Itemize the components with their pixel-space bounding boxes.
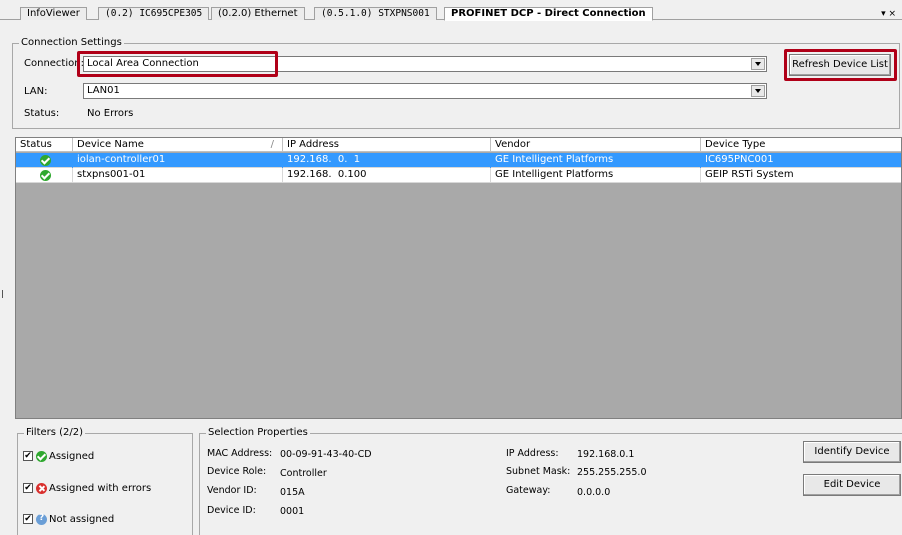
document-tab-strip: InfoViewer (0.2) IC695CPE305 (0.2.0) Eth…: [0, 0, 902, 21]
subnet-mask-label: Subnet Mask:: [506, 466, 571, 477]
mac-address-value: 00-09-91-43-40-CD: [280, 449, 372, 460]
vendor-id-label: Vendor ID:: [207, 485, 257, 496]
ip-address-value: 192.168.0.1: [577, 449, 635, 460]
green-check-icon: [36, 451, 47, 462]
gateway-value: 0.0.0.0: [577, 487, 611, 498]
chevron-down-icon[interactable]: [751, 58, 765, 70]
lan-label: LAN:: [24, 86, 48, 97]
ip-address-cell: 192.168. 0.100: [283, 168, 491, 183]
tab-label: InfoViewer: [27, 8, 80, 19]
filter-not-assigned-checkbox[interactable]: ✔: [23, 514, 33, 524]
device-name-cell: iolan-controller01: [73, 153, 283, 168]
tab-label: (0.5.1.0) STXPNS001: [321, 8, 430, 19]
tab-label: PROFINET DCP - Direct Connection: [451, 8, 646, 19]
chevron-down-icon[interactable]: [751, 85, 765, 97]
gateway-label: Gateway:: [506, 485, 551, 496]
column-header-device-type[interactable]: Device Type: [701, 138, 902, 152]
status-cell: [16, 168, 73, 183]
device-list-grid[interactable]: Status Device Name / IP Address Vendor D…: [15, 137, 902, 419]
vendor-id-value: 015A: [280, 487, 305, 498]
tab-cpe305[interactable]: (0.2) IC695CPE305: [98, 7, 210, 20]
lan-value: LAN01: [87, 85, 120, 96]
blue-question-icon: [36, 513, 47, 525]
splitter-marker: [2, 290, 3, 298]
refresh-highlight-box: [784, 49, 897, 81]
status-label: Status:: [24, 108, 60, 119]
ip-address-label: IP Address:: [506, 448, 559, 459]
status-cell: [16, 153, 73, 168]
tab-menu-icon[interactable]: ▾ ×: [881, 9, 896, 19]
device-type-cell: GEIP RSTi System: [705, 169, 794, 180]
mac-address-label: MAC Address:: [207, 448, 273, 459]
filters-title: Filters (2/2): [24, 427, 86, 439]
identify-device-button[interactable]: Identify Device: [803, 441, 901, 463]
device-id-label: Device ID:: [207, 505, 256, 516]
tab-stxpns001[interactable]: (0.5.1.0) STXPNS001: [314, 7, 437, 20]
vendor-cell: GE Intelligent Platforms: [491, 168, 701, 183]
connection-highlight-box: [77, 51, 278, 77]
tab-infoviewer[interactable]: InfoViewer: [20, 7, 87, 20]
status-ok-icon: [40, 170, 51, 181]
column-header-label: Device Name: [77, 139, 144, 150]
filter-not-assigned-label[interactable]: Not assigned: [49, 514, 114, 526]
subnet-mask-value: 255.255.255.0: [577, 467, 647, 478]
red-error-icon: [36, 483, 47, 494]
filter-assigned-errors-checkbox[interactable]: ✔: [23, 483, 33, 493]
table-row[interactable]: stxpns001-01 192.168. 0.100 GE Intellige…: [16, 168, 901, 183]
vendor-cell: GE Intelligent Platforms: [491, 153, 701, 168]
ip-address-cell: 192.168. 0. 1: [283, 153, 491, 168]
filter-assigned-checkbox[interactable]: ✔: [23, 451, 33, 461]
tab-label: (0.2) IC695CPE305: [105, 8, 203, 19]
connection-settings-title: Connection Settings: [19, 37, 124, 49]
status-ok-icon: [40, 155, 51, 166]
device-name-cell: stxpns001-01: [73, 168, 283, 183]
lan-dropdown[interactable]: LAN01: [83, 83, 767, 99]
status-value: No Errors: [87, 108, 134, 119]
tab-label: (0.2.0) Ethernet: [218, 8, 298, 19]
table-row[interactable]: iolan-controller01 192.168. 0. 1 GE Inte…: [16, 153, 901, 168]
edit-device-button[interactable]: Edit Device: [803, 474, 901, 496]
device-type-cell: IC695PNC001: [705, 154, 774, 165]
tab-profinet-dcp[interactable]: PROFINET DCP - Direct Connection: [444, 7, 653, 21]
column-header-ip-address[interactable]: IP Address: [283, 138, 491, 152]
selection-properties-title: Selection Properties: [206, 427, 310, 439]
device-role-label: Device Role:: [207, 466, 267, 477]
grid-header: Status Device Name / IP Address Vendor D…: [16, 138, 901, 152]
sort-indicator-icon: /: [270, 139, 274, 150]
column-header-status[interactable]: Status: [16, 138, 73, 152]
connection-label: Connection:: [24, 58, 84, 69]
column-header-device-name[interactable]: Device Name /: [73, 138, 283, 152]
column-header-vendor[interactable]: Vendor: [491, 138, 701, 152]
filter-assigned-errors-label[interactable]: Assigned with errors: [49, 483, 151, 495]
device-role-value: Controller: [280, 468, 327, 479]
tab-ethernet[interactable]: (0.2.0) Ethernet: [211, 7, 305, 20]
device-id-value: 0001: [280, 506, 305, 517]
filter-assigned-label[interactable]: Assigned: [49, 451, 94, 463]
